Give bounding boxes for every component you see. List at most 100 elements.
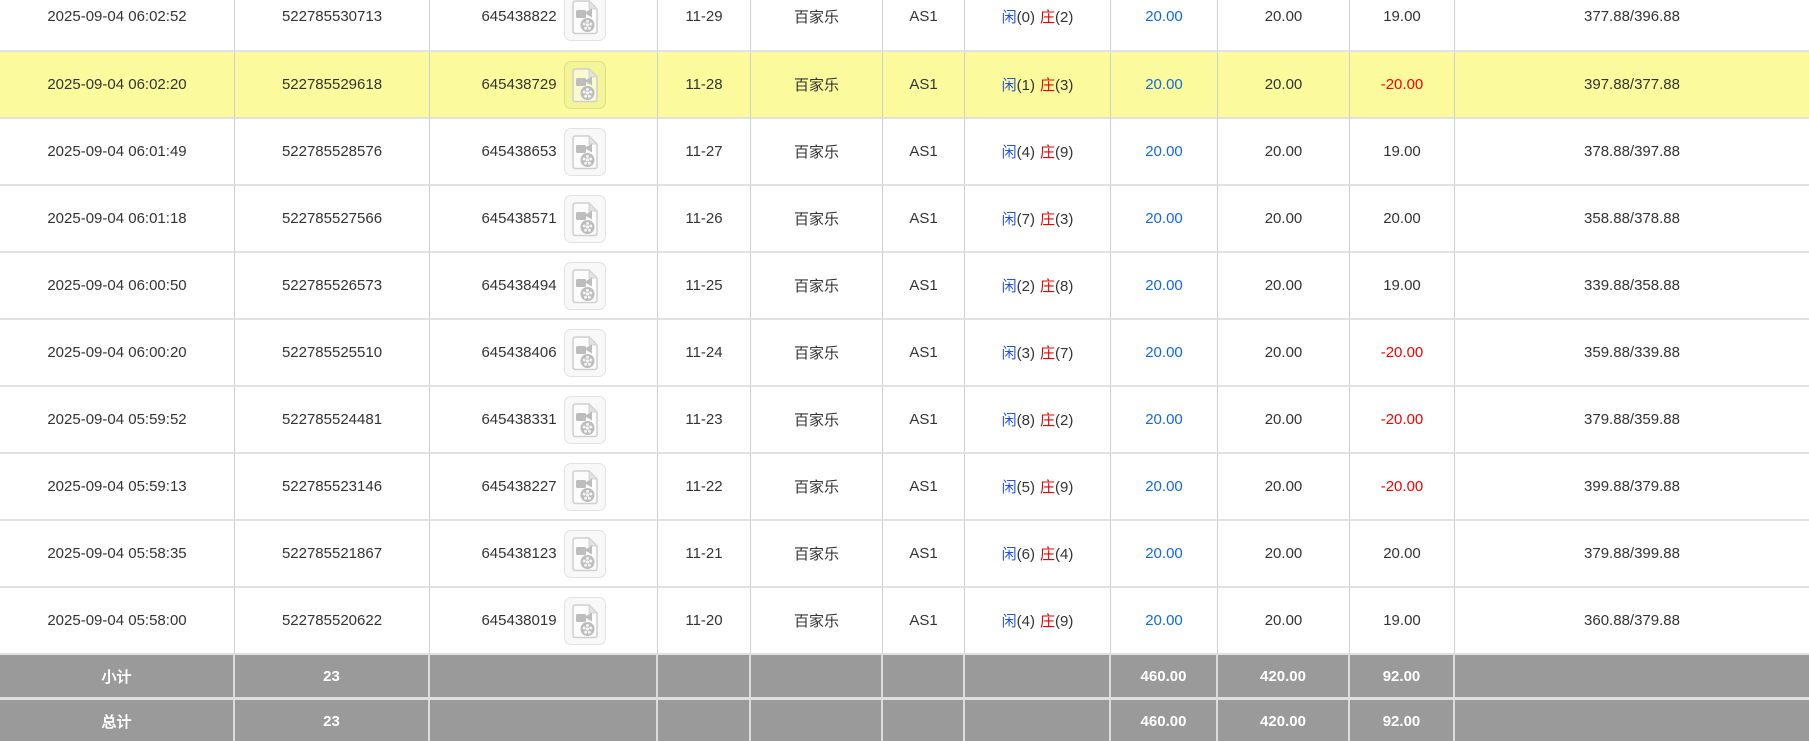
balance-cell: 358.88/378.88 xyxy=(1455,184,1809,251)
game-name-cell: 百家乐 xyxy=(751,50,883,117)
balance-cell: 379.88/399.88 xyxy=(1455,519,1809,586)
video-replay-button[interactable] xyxy=(564,262,606,310)
table-row[interactable]: 2025-09-04 06:00:50 522785526573 6454384… xyxy=(0,251,1809,318)
total-winloss: 92.00 xyxy=(1350,697,1455,741)
video-replay-button[interactable] xyxy=(564,463,606,511)
video-replay-icon xyxy=(570,0,600,35)
subtotal-winloss: 92.00 xyxy=(1350,653,1455,697)
player-label: 闲 xyxy=(1002,613,1017,630)
serial-number-cell: 522785528576 xyxy=(235,117,430,184)
table-row[interactable]: 2025-09-04 06:02:20 522785529618 6454387… xyxy=(0,50,1809,117)
player-points: (6) xyxy=(1017,546,1035,563)
bet-amount-link[interactable]: 20.00 xyxy=(1145,545,1183,562)
player-points: (5) xyxy=(1017,479,1035,496)
bet-time-cell: 2025-09-04 05:58:35 xyxy=(0,519,235,586)
game-round-id-cell: 645438729 xyxy=(430,50,658,117)
video-replay-button[interactable] xyxy=(564,597,606,645)
table-row[interactable]: 2025-09-04 05:58:35 522785521867 6454381… xyxy=(0,519,1809,586)
bet-time-cell: 2025-09-04 06:00:50 xyxy=(0,251,235,318)
summary-empty-cell xyxy=(965,653,1111,697)
bet-amount-link[interactable]: 20.00 xyxy=(1145,76,1183,93)
game-round-id-cell: 645438019 xyxy=(430,586,658,653)
total-valid: 420.00 xyxy=(1218,697,1350,741)
player-label: 闲 xyxy=(1002,412,1017,429)
bet-amount-link[interactable]: 20.00 xyxy=(1145,344,1183,361)
winloss-cell: 20.00 xyxy=(1350,519,1455,586)
balance-cell: 339.88/358.88 xyxy=(1455,251,1809,318)
summary-empty-cell xyxy=(751,653,883,697)
serial-number-cell: 522785530713 xyxy=(235,0,430,50)
serial-number-cell: 522785525510 xyxy=(235,318,430,385)
table-row[interactable]: 2025-09-04 06:00:20 522785525510 6454384… xyxy=(0,318,1809,385)
result-cell: 闲(4)庄(9) xyxy=(965,117,1111,184)
round-cell: 11-25 xyxy=(658,251,751,318)
table-code-cell: AS1 xyxy=(883,50,965,117)
video-replay-button[interactable] xyxy=(564,195,606,243)
table-row[interactable]: 2025-09-04 05:59:52 522785524481 6454383… xyxy=(0,385,1809,452)
total-bet: 460.00 xyxy=(1111,697,1218,741)
subtotal-valid: 420.00 xyxy=(1218,653,1350,697)
game-round-id-cell: 645438494 xyxy=(430,251,658,318)
balance-cell: 378.88/397.88 xyxy=(1455,117,1809,184)
bet-amount-link[interactable]: 20.00 xyxy=(1145,8,1183,25)
video-replay-button[interactable] xyxy=(564,128,606,176)
table-summary: 小计 23 460.00 420.00 92.00 总计 23 xyxy=(0,653,1809,741)
winloss-cell: -20.00 xyxy=(1350,385,1455,452)
valid-amount-cell: 20.00 xyxy=(1218,586,1350,653)
bet-amount-cell: 20.00 xyxy=(1111,385,1218,452)
summary-empty-cell xyxy=(883,697,965,741)
result-cell: 闲(2)庄(8) xyxy=(965,251,1111,318)
video-replay-button[interactable] xyxy=(564,396,606,444)
game-name-cell: 百家乐 xyxy=(751,452,883,519)
bet-amount-link[interactable]: 20.00 xyxy=(1145,612,1183,629)
table-row[interactable]: 2025-09-04 05:58:00 522785520622 6454380… xyxy=(0,586,1809,653)
balance-cell: 359.88/339.88 xyxy=(1455,318,1809,385)
game-round-id: 645438822 xyxy=(481,7,556,24)
banker-points: (3) xyxy=(1055,77,1073,94)
player-points: (4) xyxy=(1017,144,1035,161)
table-row[interactable]: 2025-09-04 06:01:18 522785527566 6454385… xyxy=(0,184,1809,251)
banker-label: 庄 xyxy=(1040,9,1055,26)
table-code-cell: AS1 xyxy=(883,251,965,318)
game-name-cell: 百家乐 xyxy=(751,318,883,385)
banker-label: 庄 xyxy=(1040,345,1055,362)
banker-points: (9) xyxy=(1055,144,1073,161)
result-cell: 闲(5)庄(9) xyxy=(965,452,1111,519)
summary-empty-cell xyxy=(430,653,658,697)
video-replay-icon xyxy=(570,67,600,103)
bet-amount-link[interactable]: 20.00 xyxy=(1145,277,1183,294)
video-replay-button[interactable] xyxy=(564,0,606,41)
game-round-id: 645438729 xyxy=(481,75,556,92)
video-replay-button[interactable] xyxy=(564,61,606,109)
result-cell: 闲(4)庄(9) xyxy=(965,586,1111,653)
summary-empty-cell xyxy=(751,697,883,741)
valid-amount-cell: 20.00 xyxy=(1218,519,1350,586)
bet-amount-cell: 20.00 xyxy=(1111,586,1218,653)
video-replay-button[interactable] xyxy=(564,530,606,578)
game-round-id: 645438406 xyxy=(481,343,556,360)
balance-cell: 397.88/377.88 xyxy=(1455,50,1809,117)
summary-empty-cell xyxy=(1455,653,1809,697)
winloss-cell: 19.00 xyxy=(1350,586,1455,653)
bet-amount-link[interactable]: 20.00 xyxy=(1145,478,1183,495)
game-round-id: 645438571 xyxy=(481,209,556,226)
banker-points: (2) xyxy=(1055,9,1073,26)
video-replay-button[interactable] xyxy=(564,329,606,377)
table-row[interactable]: 2025-09-04 06:01:49 522785528576 6454386… xyxy=(0,117,1809,184)
bet-time-cell: 2025-09-04 06:02:20 xyxy=(0,50,235,117)
bet-amount-link[interactable]: 20.00 xyxy=(1145,143,1183,160)
table-row[interactable]: 2025-09-04 06:02:52 522785530713 6454388… xyxy=(0,0,1809,50)
bet-amount-link[interactable]: 20.00 xyxy=(1145,210,1183,227)
video-replay-icon xyxy=(570,201,600,237)
valid-amount-cell: 20.00 xyxy=(1218,184,1350,251)
table-row[interactable]: 2025-09-04 05:59:13 522785523146 6454382… xyxy=(0,452,1809,519)
bet-amount-link[interactable]: 20.00 xyxy=(1145,411,1183,428)
serial-number-cell: 522785527566 xyxy=(235,184,430,251)
game-name-cell: 百家乐 xyxy=(751,519,883,586)
game-name-cell: 百家乐 xyxy=(751,586,883,653)
winloss-cell: 19.00 xyxy=(1350,117,1455,184)
serial-number-cell: 522785524481 xyxy=(235,385,430,452)
valid-amount-cell: 20.00 xyxy=(1218,452,1350,519)
banker-points: (3) xyxy=(1055,211,1073,228)
player-label: 闲 xyxy=(1002,144,1017,161)
